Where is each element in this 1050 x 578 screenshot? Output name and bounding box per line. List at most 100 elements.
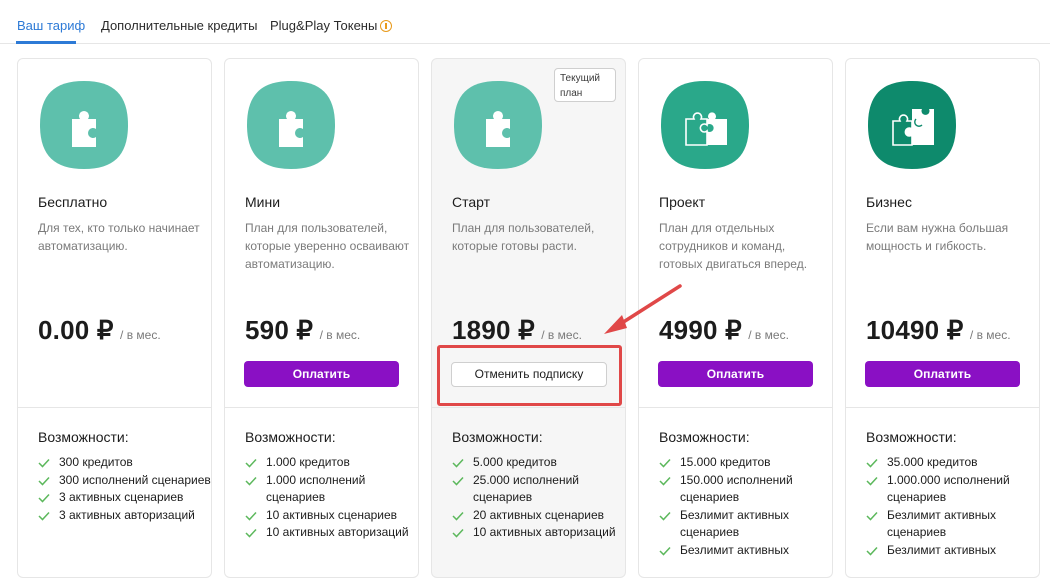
feature-text: 10 активных авторизаций (266, 525, 409, 539)
check-icon (38, 511, 50, 521)
feature-item: Безлимит активных (659, 542, 834, 560)
feature-text: 1.000.000 исполнений сценариев (887, 472, 1010, 505)
tab-plugplay-tokens[interactable]: Plug&Play Токены (270, 18, 393, 33)
check-icon (38, 458, 50, 468)
feature-item: 150.000 исполнений сценариев (659, 472, 834, 507)
pay-button[interactable]: Оплатить (244, 361, 399, 387)
check-icon (866, 458, 878, 468)
check-icon (866, 511, 878, 521)
check-icon (38, 476, 50, 486)
feature-item: 1.000 исполнений сценариев (245, 472, 420, 507)
tab-your-plan[interactable]: Ваш тариф (17, 18, 85, 33)
features-list: 5.000 кредитов 25.000 исполнений сценари… (452, 454, 627, 542)
feature-item: 3 активных авторизаций (38, 507, 213, 525)
feature-item: 1.000.000 исполнений сценариев (866, 472, 1041, 507)
price-period: / в мес. (319, 328, 361, 342)
features-list: 15.000 кредитов 150.000 исполнений сцена… (659, 454, 834, 559)
tab-bar: Ваш тариф Дополнительные кредиты Plug&Pl… (0, 0, 1050, 44)
check-icon (866, 546, 878, 556)
feature-text: Безлимит активных сценариев (887, 507, 997, 540)
pay-button[interactable]: Оплатить (865, 361, 1020, 387)
price-period: / в мес. (748, 328, 789, 342)
plan-price: 1890 ₽ / в мес. (452, 315, 582, 346)
plan-name: Бесплатно (38, 194, 108, 210)
feature-item: 10 активных сценариев (245, 507, 420, 525)
feature-item: 3 активных сценариев (38, 489, 213, 507)
feature-text: 1.000 кредитов (266, 455, 350, 469)
feature-item: Безлимит активных сценариев (659, 507, 834, 542)
plan-name: Бизнес (866, 194, 912, 210)
puzzle-piece-icon (40, 81, 128, 169)
feature-text: 10 активных авторизаций (473, 525, 616, 539)
feature-text: 5.000 кредитов (473, 455, 557, 469)
feature-text: 35.000 кредитов (887, 455, 978, 469)
puzzle-assembled-icon (868, 81, 956, 169)
plan-card-start: Текущий план Старт План для пользователе… (431, 58, 626, 578)
check-icon (452, 476, 464, 486)
plan-description: План для пользователей, которые готовы р… (452, 221, 595, 253)
price-value: 10490 ₽ (866, 315, 964, 345)
feature-item: 20 активных сценариев (452, 507, 627, 525)
feature-item: 1.000 кредитов (245, 454, 420, 472)
card-divider (639, 407, 832, 408)
puzzle-piece-icon (454, 81, 542, 169)
card-divider (432, 407, 625, 408)
check-icon (245, 458, 257, 468)
check-icon (866, 476, 878, 486)
check-icon (245, 528, 257, 538)
feature-item: 5.000 кредитов (452, 454, 627, 472)
feature-text: 3 активных сценариев (59, 490, 184, 504)
price-value: 590 ₽ (245, 315, 314, 345)
feature-text: 10 активных сценариев (266, 507, 398, 522)
plan-price: 590 ₽ / в мес. (245, 315, 360, 346)
active-tab-indicator (16, 41, 76, 44)
check-icon (659, 476, 671, 486)
plan-description: Если вам нужна большая мощность и гибкос… (866, 221, 1009, 253)
feature-text: 300 исполнений сценариев (59, 472, 211, 487)
plan-description: План для отдельных сотрудников и команд,… (659, 221, 808, 271)
tab-additional-credits[interactable]: Дополнительные кредиты (101, 18, 258, 33)
features-list: 300 кредитов 300 исполнений сценариев 3 … (38, 454, 213, 524)
pay-button[interactable]: Оплатить (658, 361, 813, 387)
features-title: Возможности: (38, 429, 129, 445)
cancel-subscription-button[interactable]: Отменить подписку (451, 362, 607, 387)
check-icon (659, 511, 671, 521)
feature-text: 25.000 исполнений сценариев (473, 472, 579, 505)
plan-name: Проект (659, 194, 706, 210)
features-title: Возможности: (866, 429, 957, 445)
feature-item: 35.000 кредитов (866, 454, 1041, 472)
feature-text: Безлимит активных (887, 542, 997, 557)
feature-text: Безлимит активных сценариев (680, 507, 790, 540)
features-title: Возможности: (452, 429, 543, 445)
price-period: / в мес. (120, 328, 161, 342)
plan-price: 10490 ₽ / в мес. (866, 315, 1011, 346)
feature-item: 15.000 кредитов (659, 454, 834, 472)
current-plan-badge: Текущий план (554, 68, 616, 102)
price-value: 1890 ₽ (452, 315, 535, 345)
plan-description: Для тех, кто только начинает автоматизац… (38, 221, 200, 253)
features-list: 35.000 кредитов 1.000.000 исполнений сце… (866, 454, 1041, 559)
feature-text: 20 активных сценариев (473, 507, 605, 522)
tab-plugplay-label: Plug&Play Токены (270, 18, 378, 33)
feature-text: 3 активных авторизаций (59, 507, 195, 522)
plan-price: 0.00 ₽ / в мес. (38, 315, 161, 346)
coin-icon (380, 20, 393, 32)
plan-card-mini: Мини План для пользователей, которые уве… (224, 58, 419, 578)
plan-card-free: Бесплатно Для тех, кто только начинает а… (17, 58, 212, 578)
price-value: 4990 ₽ (659, 315, 742, 345)
feature-item: Безлимит активных (866, 542, 1041, 560)
price-period: / в мес. (541, 328, 582, 342)
feature-text: 1.000 исполнений сценариев (266, 472, 366, 505)
feature-text: 150.000 исполнений сценариев (680, 472, 793, 505)
plan-price: 4990 ₽ / в мес. (659, 315, 789, 346)
plan-name: Мини (245, 194, 281, 210)
feature-text: 15.000 кредитов (680, 455, 771, 469)
feature-item: 10 активных авторизаций (245, 524, 420, 542)
card-divider (225, 407, 418, 408)
feature-item: 300 кредитов (38, 454, 213, 472)
card-divider (18, 407, 211, 408)
features-title: Возможности: (659, 429, 750, 445)
check-icon (452, 528, 464, 538)
features-list: 1.000 кредитов 1.000 исполнений сценарие… (245, 454, 420, 542)
price-period: / в мес. (969, 328, 1011, 342)
